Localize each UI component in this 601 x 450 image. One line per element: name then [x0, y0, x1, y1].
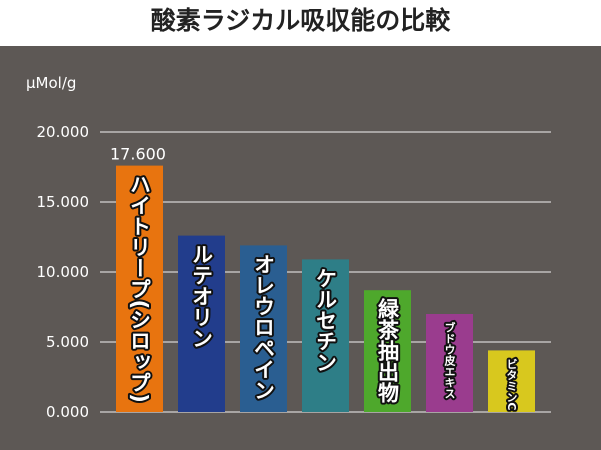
- y-tick-label: 15.000: [37, 193, 90, 211]
- bar-category-label: ビタミンC: [505, 358, 518, 410]
- bar-category-label: オレウロペイン: [252, 253, 276, 400]
- bar-category-label: ケルセチン: [314, 267, 338, 372]
- y-axis-unit-label: μMol/g: [26, 74, 76, 92]
- y-tick-label: 0.000: [46, 403, 89, 421]
- y-tick-label: 20.000: [37, 123, 90, 141]
- y-tick-label: 5.000: [46, 333, 89, 351]
- bar-value-label: 17.600: [110, 145, 166, 164]
- chart-title: 酸素ラジカル吸収能の比較: [150, 6, 451, 35]
- bar-category-label: ブドウ皮エキス: [443, 321, 457, 399]
- y-tick-label: 10.000: [37, 263, 90, 281]
- bar-category-label: ハイトリープ(シロップ): [128, 174, 152, 403]
- bar-chart: 0.000 5.000 10.000 15.000 20.000 μMol/g ハイトリ…: [0, 46, 601, 450]
- bar-category-label: ルテオリン: [190, 244, 214, 349]
- bar-category-label: 緑茶抽出物: [376, 298, 400, 405]
